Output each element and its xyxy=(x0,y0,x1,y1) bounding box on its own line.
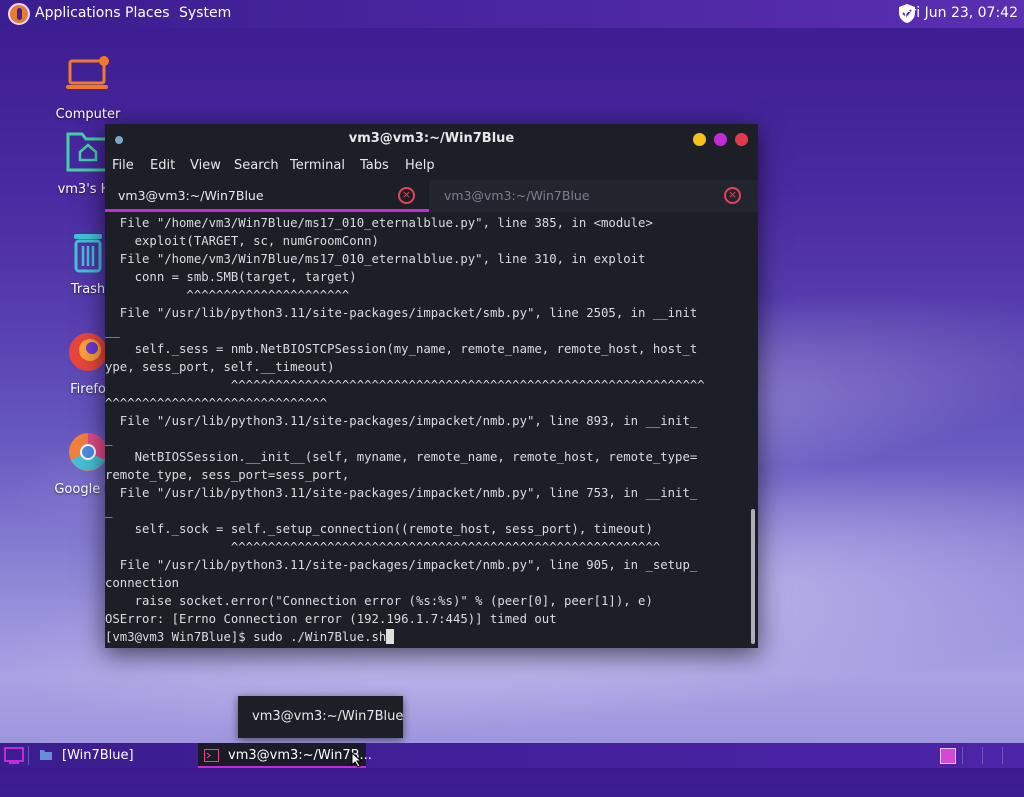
workspace-separator xyxy=(982,747,983,764)
top-panel: Applications Places System Fri Jun 23, 0… xyxy=(0,0,1024,28)
clock[interactable]: Fri Jun 23, 07:42 xyxy=(903,5,1018,21)
terminal-line: File "/usr/lib/python3.11/site-packages/… xyxy=(105,306,698,320)
terminal-line: File "/home/vm3/Win7Blue/ms17_010_eterna… xyxy=(105,216,653,230)
terminal-icon xyxy=(204,749,219,762)
terminal-line: ^^^^^^^^^^^^^^^^^^^^^^^^^^^^^^^^^^^^^^^^… xyxy=(105,378,705,392)
desktop-icon-computer[interactable]: Computer xyxy=(38,55,138,122)
terminal-window[interactable]: vm3@vm3:~/Win7Blue File Edit View Search… xyxy=(105,124,758,648)
terminal-line: raise socket.error("Connection error (%s… xyxy=(105,594,653,608)
terminal-line: remote_type, sess_port=sess_port, xyxy=(105,468,350,482)
terminal-line: ^^^^^^^^^^^^^^^^^^^^^^^^^^^^^^ xyxy=(105,396,328,410)
close-tab-icon[interactable]: × xyxy=(398,187,415,204)
terminal-line: self._sock = self._setup_connection((rem… xyxy=(105,522,653,536)
tab-label: vm3@vm3:~/Win7Blue xyxy=(118,188,264,203)
terminal-line: File "/usr/lib/python3.11/site-packages/… xyxy=(105,486,698,500)
terminal-menubar: File Edit View Search Terminal Tabs Help xyxy=(105,154,758,178)
tab-label: vm3@vm3:~/Win7Blue xyxy=(444,188,590,203)
maximize-button[interactable] xyxy=(714,133,727,146)
menu-search[interactable]: Search xyxy=(234,158,279,173)
terminal-line: conn = smb.SMB(target, target) xyxy=(105,270,357,284)
minimize-button[interactable] xyxy=(693,133,706,146)
terminal-output[interactable]: File "/home/vm3/Win7Blue/ms17_010_eterna… xyxy=(105,214,750,646)
text-cursor xyxy=(386,629,395,644)
terminal-line: __ xyxy=(105,324,120,338)
terminal-line: exploit(TARGET, sc, numGroomConn) xyxy=(105,234,379,248)
window-titlebar[interactable]: vm3@vm3:~/Win7Blue xyxy=(105,124,758,154)
menu-tabs[interactable]: Tabs xyxy=(360,158,389,173)
terminal-line: NetBIOSSession.__init__(self, myname, re… xyxy=(105,450,698,464)
tooltip-text: vm3@vm3:~/Win7Blue xyxy=(252,709,404,724)
taskbar-item-terminal[interactable]: vm3@vm3:~/Win7B... xyxy=(198,743,372,768)
terminal-line: _ xyxy=(105,432,113,446)
desktop-icon-label: Trash xyxy=(70,282,106,297)
terminal-line: _ xyxy=(105,504,113,518)
menu-file[interactable]: File xyxy=(112,158,134,173)
show-desktop-icon[interactable] xyxy=(4,746,24,765)
terminal-line: OSError: [Errno Connection error (192.19… xyxy=(105,612,557,626)
prompt-text: [vm3@vm3 Win7Blue]$ sudo ./Win7Blue.sh xyxy=(105,630,387,644)
terminal-line: ^^^^^^^^^^^^^^^^^^^^^^ xyxy=(105,288,350,302)
menu-help[interactable]: Help xyxy=(405,158,435,173)
terminal-line: File "/usr/lib/python3.11/site-packages/… xyxy=(105,414,698,428)
distro-logo-icon[interactable] xyxy=(8,3,30,25)
applications-menu[interactable]: Applications xyxy=(35,5,121,21)
scrollbar[interactable] xyxy=(751,509,755,644)
workspace-1[interactable] xyxy=(940,748,956,764)
terminal-line: File "/usr/lib/python3.11/site-packages/… xyxy=(105,558,698,572)
workspace-separator xyxy=(962,747,963,764)
workspace-separator xyxy=(1002,747,1003,764)
close-button[interactable] xyxy=(735,133,748,146)
terminal-tab-2[interactable]: vm3@vm3:~/Win7Blue × xyxy=(431,180,758,212)
terminal-line: connection xyxy=(105,576,180,590)
places-menu[interactable]: Places xyxy=(125,5,170,21)
taskbar-item-label: [Win7Blue] xyxy=(62,748,134,763)
window-title: vm3@vm3:~/Win7Blue xyxy=(348,131,515,146)
mouse-cursor-icon xyxy=(351,752,363,768)
menu-terminal[interactable]: Terminal xyxy=(290,158,345,173)
terminal-tab-1[interactable]: vm3@vm3:~/Win7Blue × xyxy=(105,180,429,212)
taskbar-tooltip: vm3@vm3:~/Win7Blue xyxy=(238,696,403,738)
taskbar-item-files[interactable]: [Win7Blue] xyxy=(33,743,193,768)
folder-icon xyxy=(40,750,52,760)
bottom-panel: [Win7Blue] vm3@vm3:~/Win7B... xyxy=(0,743,1024,768)
system-menu[interactable]: System xyxy=(179,5,231,21)
menu-edit[interactable]: Edit xyxy=(150,158,175,173)
terminal-prompt[interactable]: [vm3@vm3 Win7Blue]$ sudo ./Win7Blue.sh xyxy=(105,628,750,646)
desktop-icon-label: Computer xyxy=(55,107,121,122)
terminal-tabbar: vm3@vm3:~/Win7Blue × vm3@vm3:~/Win7Blue … xyxy=(105,180,758,212)
menu-view[interactable]: View xyxy=(190,158,221,173)
terminal-line: self._sess = nmb.NetBIOSTCPSession(my_na… xyxy=(105,342,698,356)
terminal-line: ^^^^^^^^^^^^^^^^^^^^^^^^^^^^^^^^^^^^^^^^… xyxy=(105,540,661,554)
close-tab-icon[interactable]: × xyxy=(724,187,741,204)
desktop-icon-label: Firefo xyxy=(70,382,106,397)
panel-separator xyxy=(28,746,29,765)
terminal-line: ype, sess_port, self.__timeout) xyxy=(105,360,335,374)
computer-icon xyxy=(64,55,112,103)
terminal-line: File "/home/vm3/Win7Blue/ms17_010_eterna… xyxy=(105,252,646,266)
